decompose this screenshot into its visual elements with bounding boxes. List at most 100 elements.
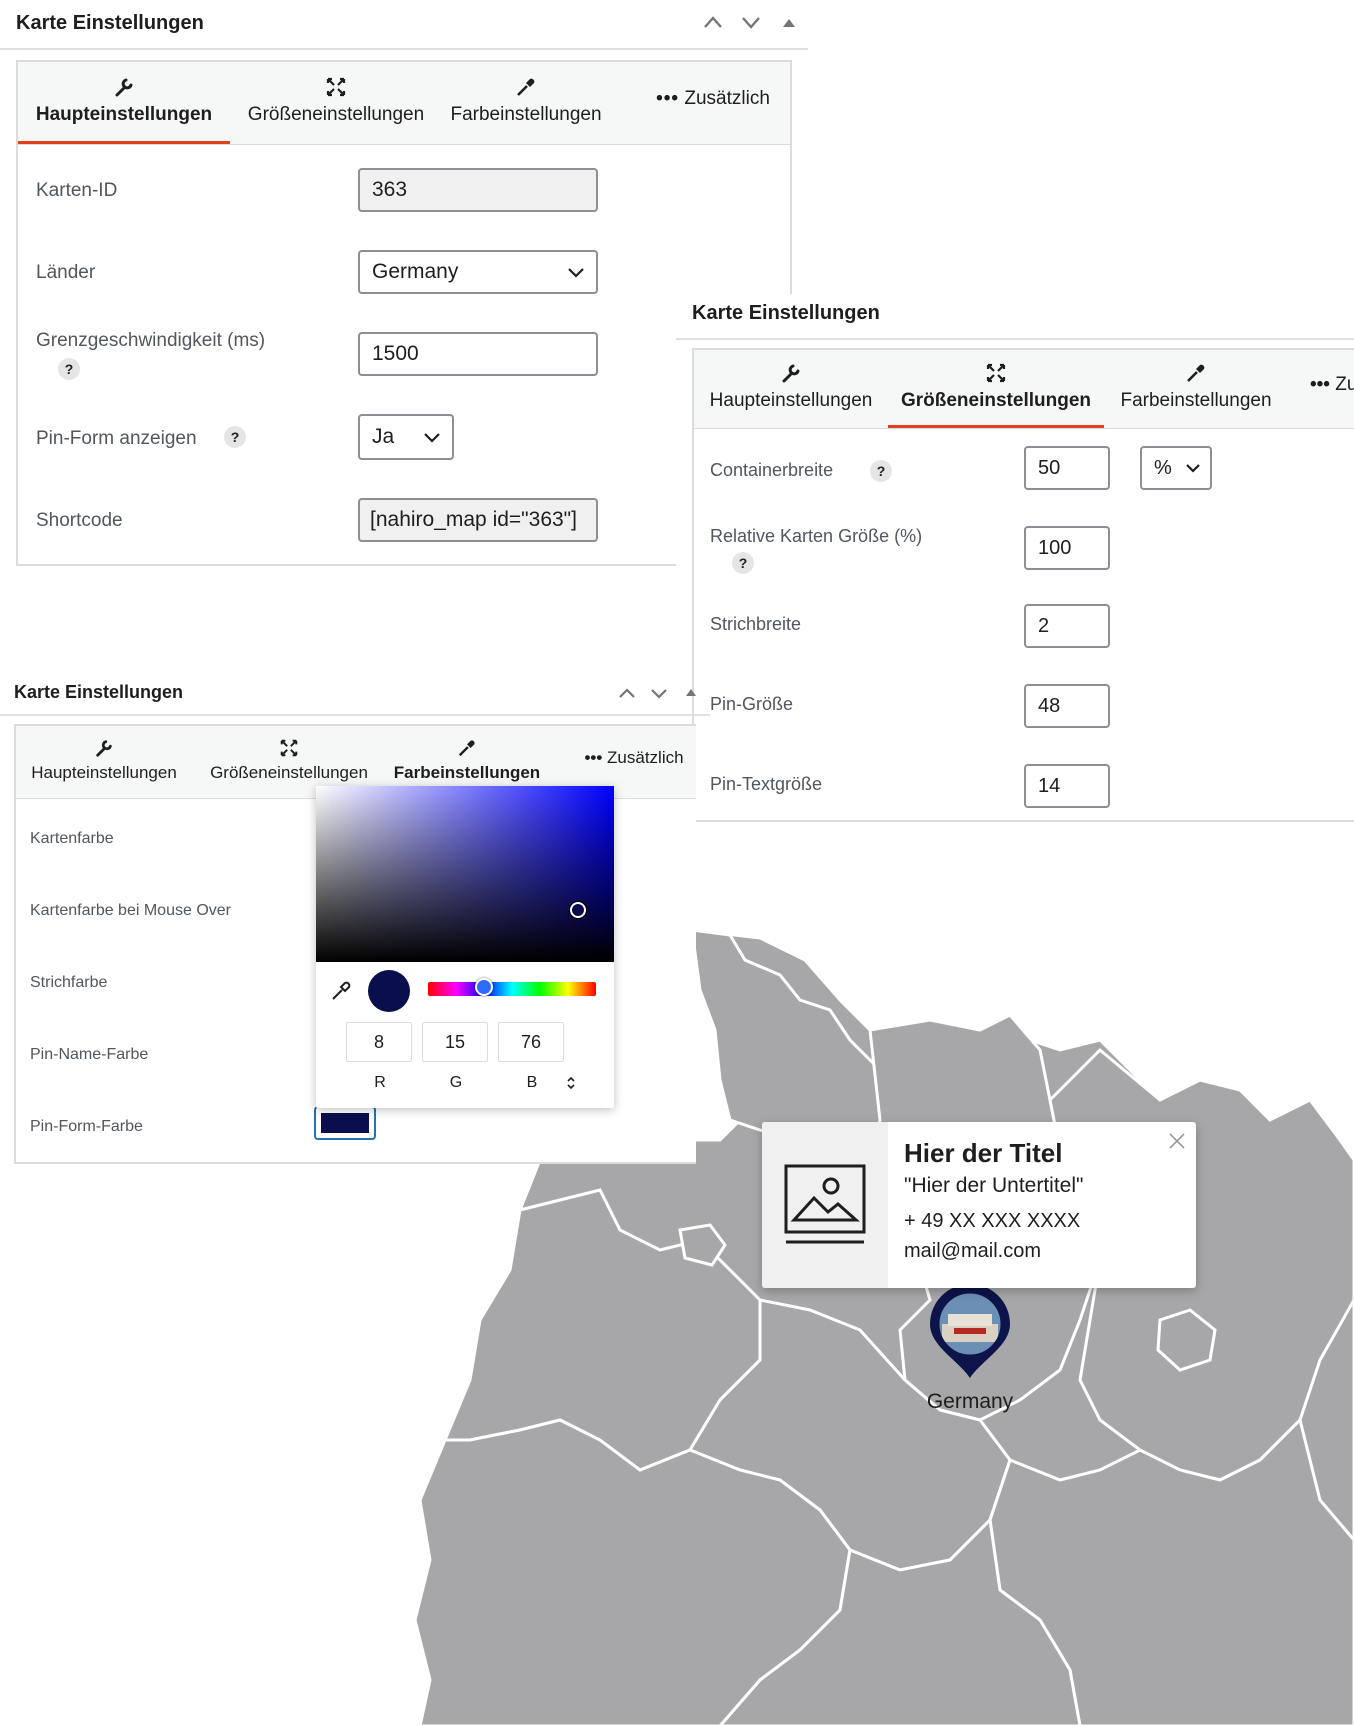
field-label: Strichfarbe — [30, 974, 108, 991]
move-up-icon[interactable] — [614, 680, 640, 706]
settings-panel-size: Karte Einstellungen Haupteinstellungen G… — [676, 294, 1354, 840]
help-icon[interactable]: ? — [732, 552, 754, 574]
tab-label: Größeneinstellungen — [900, 390, 1092, 411]
image-icon — [784, 1164, 866, 1244]
hue-handle[interactable] — [475, 978, 493, 996]
popup-image-placeholder — [762, 1122, 888, 1288]
format-toggle-icon[interactable] — [566, 1076, 576, 1090]
field-label: Strichbreite — [710, 614, 802, 634]
tab-label: Haupteinstellungen — [31, 763, 177, 782]
container-width-input[interactable]: 50 — [1024, 446, 1110, 490]
field-label: Kartenfarbe — [30, 830, 114, 847]
help-icon[interactable]: ? — [870, 460, 892, 482]
field-label: Länder — [36, 262, 96, 283]
unit-select[interactable]: % — [1140, 446, 1212, 490]
green-input[interactable]: 15 — [422, 1022, 488, 1062]
tab-additional[interactable]: ••• Zusätzlich — [648, 62, 778, 144]
popup-title: Hier der Titel — [904, 1138, 1063, 1168]
field-label: Containerbreite — [710, 460, 834, 480]
tab-color-settings[interactable]: Farbeinstellungen — [1112, 350, 1280, 428]
green-label: G — [449, 1074, 463, 1091]
field-label: Grenzgeschwindigkeit (ms) — [36, 330, 266, 351]
shortcode-field[interactable]: [nahiro_map id="363"] — [358, 498, 598, 542]
tab-bar: Haupteinstellungen Größeneinstellungen F… — [18, 62, 790, 145]
panel-title: Karte Einstellungen — [14, 682, 184, 702]
wrench-icon — [96, 740, 112, 757]
saturation-area[interactable] — [316, 786, 614, 962]
resize-icon — [326, 77, 346, 97]
pin-shape-color-swatch[interactable] — [314, 1106, 376, 1140]
tab-label: Haupteinstellungen — [709, 390, 873, 411]
tab-label: Zu — [1335, 374, 1354, 395]
field-label: Shortcode — [36, 510, 123, 531]
field-label: Pin-Name-Farbe — [30, 1046, 149, 1063]
tab-main-settings[interactable]: Haupteinstellungen — [16, 726, 192, 798]
field-label: Pin-Größe — [710, 694, 794, 714]
saturation-cursor[interactable] — [570, 902, 586, 918]
tab-bar: Haupteinstellungen Größeneinstellungen F… — [694, 350, 1354, 429]
speed-input[interactable]: 1500 — [358, 332, 598, 376]
close-icon[interactable] — [1168, 1132, 1186, 1150]
chevron-down-icon — [568, 268, 584, 278]
panel-header: Karte Einstellungen — [0, 0, 808, 50]
resize-icon — [986, 363, 1006, 383]
collapse-toggle-icon[interactable] — [776, 10, 802, 36]
field-label: Pin-Form-Farbe — [30, 1118, 143, 1135]
help-icon[interactable]: ? — [224, 426, 246, 448]
popup-subtitle: "Hier der Untertitel" — [904, 1174, 1084, 1197]
field-label: Pin-Textgröße — [710, 774, 823, 794]
wrench-icon — [782, 364, 800, 383]
more-dots-icon: ••• — [584, 748, 603, 767]
more-dots-icon: ••• — [1310, 374, 1330, 395]
tab-label: Größeneinstellungen — [247, 104, 425, 125]
tab-label: Farbeinstellungen — [450, 104, 602, 125]
resize-icon — [280, 739, 298, 757]
field-label: Pin-Form anzeigen — [36, 428, 197, 449]
pin-shape-select[interactable]: Ja — [358, 414, 454, 460]
chevron-down-icon — [1186, 464, 1200, 473]
country-select[interactable]: Germany — [358, 250, 598, 294]
tab-color-settings[interactable]: Farbeinstellungen — [442, 62, 610, 144]
help-icon[interactable]: ? — [58, 358, 80, 380]
blue-label: B — [526, 1074, 538, 1091]
popup-email: mail@mail.com — [904, 1240, 1041, 1262]
tab-label: Farbeinstellungen — [393, 763, 541, 782]
stroke-width-input[interactable]: 2 — [1024, 604, 1110, 648]
current-color-preview — [368, 970, 410, 1012]
popup-phone: + 49 XX XXX XXXX — [904, 1210, 1081, 1232]
tab-label: Farbeinstellungen — [1120, 390, 1272, 411]
tab-size-settings[interactable]: Größeneinstellungen — [240, 62, 432, 144]
tab-main-settings[interactable]: Haupteinstellungen — [694, 350, 888, 428]
field-label: Kartenfarbe bei Mouse Over — [30, 902, 231, 919]
tab-label: Zusätzlich — [684, 88, 770, 109]
swatch-fill — [321, 1113, 369, 1133]
move-up-icon[interactable] — [700, 10, 726, 36]
eyedropper-icon[interactable] — [330, 980, 352, 1002]
map-id-field: 363 — [358, 168, 598, 212]
tab-main-settings[interactable]: Haupteinstellungen — [18, 62, 230, 144]
tab-label: Haupteinstellungen — [35, 104, 213, 125]
eyedropper-icon — [1187, 364, 1205, 382]
red-input[interactable]: 8 — [346, 1022, 412, 1062]
pin-size-input[interactable]: 48 — [1024, 684, 1110, 728]
tab-panel: Haupteinstellungen Größeneinstellungen F… — [692, 348, 1354, 822]
eyedropper-icon — [517, 78, 535, 96]
wrench-icon — [115, 78, 133, 97]
map-popup: Hier der Titel "Hier der Untertitel" + 4… — [762, 1122, 1196, 1288]
panel-header: Karte Einstellungen — [0, 672, 710, 716]
eyedropper-icon — [458, 740, 475, 757]
blue-input[interactable]: 76 — [498, 1022, 564, 1062]
more-dots-icon: ••• — [656, 88, 680, 109]
tab-label: Größeneinstellungen — [210, 763, 368, 782]
pin-text-size-input[interactable]: 14 — [1024, 764, 1110, 808]
tab-additional[interactable]: ••• Zu — [1310, 350, 1354, 428]
hue-slider[interactable] — [428, 978, 596, 996]
chevron-down-icon — [424, 433, 440, 443]
collapse-toggle-icon[interactable] — [678, 678, 704, 704]
map-pin[interactable] — [930, 1284, 1010, 1380]
panel-title: Karte Einstellungen — [16, 12, 204, 34]
move-down-icon[interactable] — [738, 10, 764, 36]
move-down-icon[interactable] — [646, 680, 672, 706]
relative-size-input[interactable]: 100 — [1024, 526, 1110, 570]
tab-size-settings[interactable]: Größeneinstellungen — [888, 350, 1104, 428]
